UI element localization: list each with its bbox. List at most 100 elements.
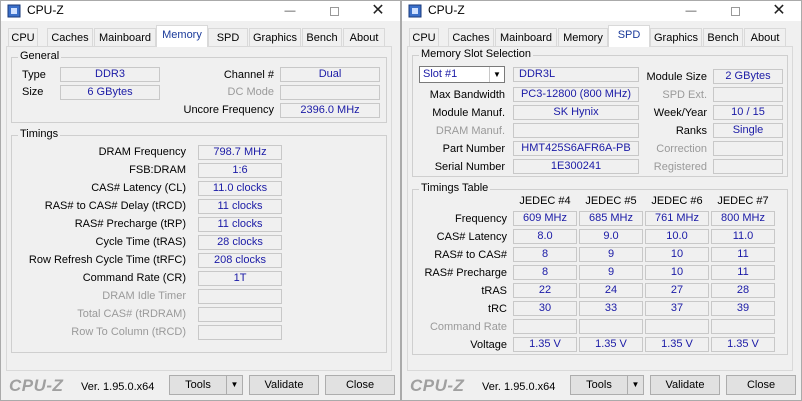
validate-button[interactable]: Validate	[249, 375, 319, 395]
version-label: Ver. 1.95.0.x64	[81, 381, 155, 393]
timings-cell: 30	[513, 301, 577, 316]
general-group: General Type DDR3 Size 6 GBytes Channel …	[11, 50, 387, 123]
memory-tab-panel: General Type DDR3 Size 6 GBytes Channel …	[6, 46, 392, 371]
size-value: 6 GBytes	[60, 85, 160, 100]
column-header-jedec-4: JEDEC #4	[519, 195, 571, 207]
timings-table-group: Timings Table JEDEC #4 JEDEC #5 JEDEC #6…	[412, 182, 788, 355]
tools-dropdown-arrow-icon[interactable]: ▼	[627, 376, 643, 394]
version-label: Ver. 1.95.0.x64	[482, 381, 556, 393]
timings-cell: 27	[645, 283, 709, 298]
cpuz-logo: CPU-Z	[410, 376, 465, 395]
cpuz-window-memory: CPU-Z — ✕ CPU Caches Mainboard Memory SP…	[0, 0, 401, 401]
dc-mode-label: DC Mode	[227, 86, 274, 98]
maximize-button[interactable]	[713, 1, 757, 21]
timing-value-cas-latency: 11.0 clocks	[198, 181, 282, 196]
registered-label: Registered	[653, 161, 707, 173]
timing-label-trcd: RAS# to CAS# Delay (tRCD)	[44, 200, 186, 212]
timings-cell: 800 MHz	[711, 211, 775, 226]
timing-value-dram-idle-timer	[198, 289, 282, 304]
tab-about[interactable]: About	[744, 28, 786, 47]
tab-bench[interactable]: Bench	[302, 28, 342, 47]
tab-memory[interactable]: Memory	[156, 25, 208, 47]
timing-label-total-cas: Total CAS# (tRDRAM)	[77, 308, 186, 320]
timings-cell: 761 MHz	[645, 211, 709, 226]
timings-cell: 28	[711, 283, 775, 298]
tools-button-label: Tools	[185, 379, 211, 391]
title-bar[interactable]: CPU-Z — ✕	[1, 1, 400, 21]
maximize-button[interactable]	[312, 1, 356, 21]
timings-cell	[645, 319, 709, 334]
chevron-down-icon[interactable]: ▼	[489, 67, 504, 82]
timings-group: Timings DRAM Frequency 798.7 MHz FSB:DRA…	[11, 128, 387, 353]
timings-cell: 1.35 V	[711, 337, 775, 352]
dram-manuf-value	[513, 123, 639, 138]
tab-spd[interactable]: SPD	[608, 25, 650, 47]
tab-spd[interactable]: SPD	[208, 28, 248, 47]
close-window-button[interactable]: ✕	[356, 1, 400, 21]
timings-cell: 8.0	[513, 229, 577, 244]
timing-label-cas-latency: CAS# Latency (CL)	[91, 182, 186, 194]
timings-cell: 10	[645, 247, 709, 262]
timings-cell: 22	[513, 283, 577, 298]
tools-button[interactable]: Tools ▼	[570, 375, 644, 395]
dc-mode-value	[280, 85, 380, 100]
minimize-button[interactable]: —	[268, 1, 312, 21]
tab-memory[interactable]: Memory	[558, 28, 608, 47]
close-button[interactable]: Close	[325, 375, 395, 395]
channel-label: Channel #	[223, 69, 274, 81]
timing-label-dram-frequency: DRAM Frequency	[98, 146, 186, 158]
timings-row-label-frequency: Frequency	[455, 213, 507, 225]
timings-cell: 37	[645, 301, 709, 316]
timing-label-row-to-column: Row To Column (tRCD)	[71, 326, 186, 338]
week-year-value: 10 / 15	[713, 105, 783, 120]
general-group-title: General	[18, 50, 62, 62]
tab-caches[interactable]: Caches	[47, 28, 93, 47]
module-manuf-value: SK Hynix	[513, 105, 639, 120]
memory-slot-selection-group: Memory Slot Selection Slot #1 ▼ DDR3L Mo…	[412, 48, 788, 177]
close-window-button[interactable]: ✕	[757, 1, 801, 21]
slot-select[interactable]: Slot #1 ▼	[419, 66, 505, 83]
timings-cell: 39	[711, 301, 775, 316]
uncore-frequency-value: 2396.0 MHz	[280, 103, 380, 118]
title-bar[interactable]: CPU-Z — ✕	[402, 1, 801, 21]
week-year-label: Week/Year	[653, 107, 707, 119]
tools-button-label: Tools	[586, 379, 612, 391]
column-header-jedec-6: JEDEC #6	[651, 195, 703, 207]
tab-cpu[interactable]: CPU	[8, 28, 38, 47]
timing-value-tras: 28 clocks	[198, 235, 282, 250]
tab-mainboard[interactable]: Mainboard	[94, 28, 156, 47]
type-value: DDR3	[60, 67, 160, 82]
timing-value-trp: 11 clocks	[198, 217, 282, 232]
timing-label-dram-idle-timer: DRAM Idle Timer	[102, 290, 186, 302]
timings-row-label-command-rate: Command Rate	[429, 321, 507, 333]
timings-cell: 609 MHz	[513, 211, 577, 226]
tab-graphics[interactable]: Graphics	[650, 28, 702, 47]
timing-value-dram-frequency: 798.7 MHz	[198, 145, 282, 160]
module-size-value: 2 GBytes	[713, 69, 783, 84]
tab-mainboard[interactable]: Mainboard	[495, 28, 557, 47]
timings-cell: 8	[513, 247, 577, 262]
timings-row-label-cas-latency: CAS# Latency	[436, 231, 507, 243]
tab-graphics[interactable]: Graphics	[249, 28, 301, 47]
ranks-label: Ranks	[675, 125, 707, 137]
timings-cell: 11	[711, 247, 775, 262]
maximize-icon	[730, 6, 740, 16]
tools-dropdown-arrow-icon[interactable]: ▼	[226, 376, 242, 394]
tab-cpu[interactable]: CPU	[409, 28, 439, 47]
timings-table-title: Timings Table	[419, 182, 491, 194]
max-bandwidth-label: Max Bandwidth	[429, 89, 505, 101]
timing-value-trfc: 208 clocks	[198, 253, 282, 268]
serial-number-value: 1E300241	[513, 159, 639, 174]
timing-label-fsb-dram: FSB:DRAM	[129, 164, 186, 176]
tools-button[interactable]: Tools ▼	[169, 375, 243, 395]
timings-cell: 9	[579, 265, 643, 280]
tab-about[interactable]: About	[343, 28, 385, 47]
spd-ext-label: SPD Ext.	[662, 89, 707, 101]
minimize-button[interactable]: —	[669, 1, 713, 21]
timing-value-command-rate: 1T	[198, 271, 282, 286]
close-button[interactable]: Close	[726, 375, 796, 395]
memory-type-value: DDR3L	[513, 67, 639, 82]
tab-caches[interactable]: Caches	[448, 28, 494, 47]
tab-bench[interactable]: Bench	[703, 28, 743, 47]
validate-button[interactable]: Validate	[650, 375, 720, 395]
